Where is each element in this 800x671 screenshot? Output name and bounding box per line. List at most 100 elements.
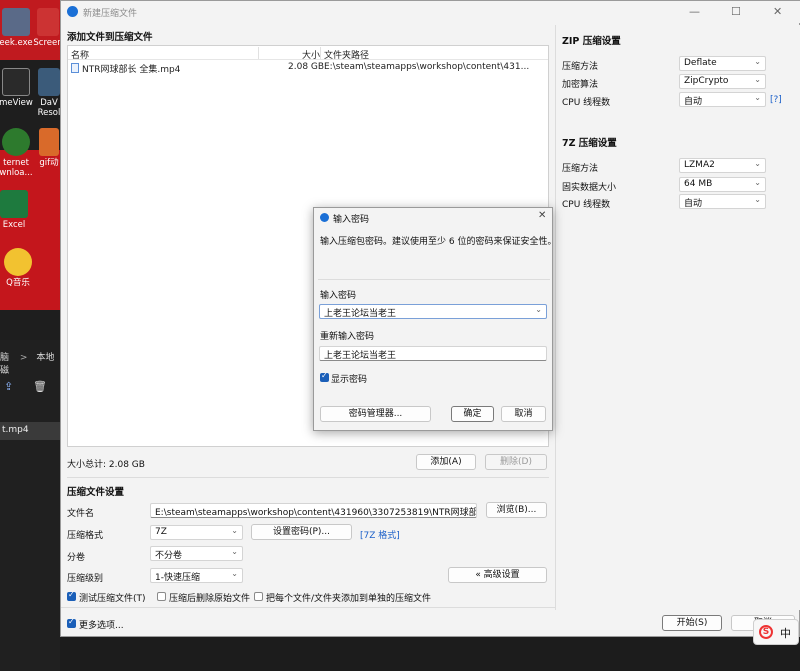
ok-button[interactable]: 确定 [451, 406, 494, 422]
file-explorer-window: 脑 > 本地磁 ⇪ 🗑 t.mp4 [0, 340, 60, 671]
zip-encryption-select[interactable]: ZipCrypto ⌄ [679, 74, 766, 89]
desktop-background: eek.exe Screen meView DaV Resol ternet w… [0, 0, 60, 671]
threads-help-link[interactable]: [?] [770, 95, 782, 105]
separate-archives-label[interactable]: 把每个文件/文件夹添加到单独的压缩文件 [266, 591, 431, 604]
7z-threads-label: CPU 线程数 [562, 200, 611, 210]
desktop-icon-screen[interactable]: Screen [28, 8, 60, 48]
app-icon [67, 6, 78, 17]
filename-label: 文件名 [67, 509, 95, 519]
7z-method-select[interactable]: LZMA2 ⌄ [679, 158, 766, 173]
video-file-icon [71, 63, 79, 73]
zip-settings-title: ZIP 压缩设置 [562, 36, 621, 47]
delete-after-checkbox[interactable] [157, 592, 166, 601]
divider [318, 279, 550, 280]
add-files-section-title: 添加文件到压缩文件 [67, 32, 153, 43]
chevron-down-icon: ⌄ [754, 75, 761, 84]
start-button[interactable]: 开始(S) [662, 615, 722, 631]
column-size[interactable]: 大小 [302, 48, 320, 61]
level-select[interactable]: 1-快速压缩 ⌄ [150, 568, 243, 583]
password-label: 输入密码 [320, 291, 357, 301]
ime-indicator[interactable]: S 中 [753, 619, 799, 645]
file-size: 2.08 GB [288, 62, 325, 72]
desktop-icon-davinci[interactable]: DaV Resol [32, 68, 60, 118]
divider [67, 477, 549, 478]
separate-archives-checkbox[interactable] [254, 592, 263, 601]
level-label: 压缩级别 [67, 574, 104, 584]
chevron-down-icon: ⌄ [754, 159, 761, 168]
password-input[interactable]: 上老王论坛当老王 ⌄ [319, 304, 547, 319]
window-titlebar: 新建压缩文件 — ☐ ✕ [61, 1, 800, 23]
delete-after-label[interactable]: 压缩后删除原始文件 [169, 591, 250, 604]
minimize-icon[interactable]: — [689, 5, 700, 18]
chevron-down-icon: ⌄ [754, 195, 761, 204]
explorer-selected-file[interactable]: t.mp4 [0, 422, 60, 440]
zip-method-label: 压缩方法 [562, 62, 599, 72]
maximize-icon[interactable]: ☐ [731, 5, 741, 18]
file-row[interactable]: NTR网球部长 全集.mp4 2.08 GB E:\steam\steamapp… [68, 61, 548, 75]
7z-solid-label: 固实数据大小 [562, 183, 617, 193]
desktop-icon-qqmusic[interactable]: Q音乐 [0, 248, 48, 288]
7z-method-label: 压缩方法 [562, 164, 599, 174]
dialog-cancel-button[interactable]: 取消 [501, 406, 546, 422]
zip-method-select[interactable]: Deflate ⌄ [679, 56, 766, 71]
chevron-down-icon: ⌄ [754, 178, 761, 187]
file-name: NTR网球部长 全集.mp4 [82, 65, 181, 75]
desktop-icon-excel[interactable]: Excel [0, 190, 44, 230]
explorer-breadcrumb[interactable]: 脑 > 本地磁 [0, 350, 60, 376]
ime-mode: 中 [780, 627, 791, 640]
close-icon[interactable]: ✕ [538, 210, 546, 221]
desktop-icon-gif[interactable]: gif动 [34, 128, 60, 168]
archive-settings-title: 压缩文件设置 [67, 487, 125, 498]
share-icon[interactable]: ⇪ [4, 380, 13, 393]
7z-settings-title: 7Z 压缩设置 [562, 138, 617, 149]
column-path[interactable]: 文件夹路径 [324, 48, 369, 61]
chevron-down-icon[interactable]: ⌄ [535, 305, 542, 314]
dialog-description: 输入压缩包密码。建议使用至少 6 位的密码来保证安全性。 [320, 237, 557, 247]
zip-encryption-label: 加密算法 [562, 80, 599, 90]
sogou-icon: S [759, 625, 773, 639]
file-path: E:\steam\steamapps\workshop\content\431.… [324, 62, 530, 72]
column-name[interactable]: 名称 [71, 48, 89, 61]
chevron-down-icon: ⌄ [231, 569, 238, 578]
browse-button[interactable]: 浏览(B)... [486, 502, 547, 518]
add-button[interactable]: 添加(A) [416, 454, 476, 470]
column-separator [258, 47, 259, 59]
column-separator [320, 47, 321, 59]
password-dialog: 输入密码 ✕ 输入压缩包密码。建议使用至少 6 位的密码来保证安全性。 输入密码… [313, 207, 556, 431]
password-manager-button[interactable]: 密码管理器... [320, 406, 431, 422]
show-password-checkbox[interactable] [320, 371, 329, 382]
app-icon [320, 213, 329, 222]
compression-settings-panel: ZIP 压缩设置 压缩方法 Deflate ⌄ 加密算法 ZipCrypto ⌄ C… [555, 25, 800, 610]
dialog-header: 输入密码 ✕ 输入压缩包密码。建议使用至少 6 位的密码来保证安全性。 [314, 208, 556, 278]
split-select[interactable]: 不分卷 ⌄ [150, 546, 243, 561]
chevron-down-icon: ⌄ [754, 93, 761, 102]
more-options-label[interactable]: 更多选项... [79, 618, 124, 631]
7z-threads-select[interactable]: 自动 ⌄ [679, 194, 766, 209]
chevron-down-icon: ⌄ [754, 57, 761, 66]
window-title: 新建压缩文件 [83, 9, 138, 19]
total-size: 大小总计: 2.08 GB [67, 460, 145, 470]
format-help-link[interactable]: [7Z 格式] [360, 528, 400, 541]
advanced-settings-button[interactable]: « 高级设置 [448, 567, 547, 583]
test-archive-checkbox[interactable] [67, 590, 76, 601]
chevron-down-icon: ⌄ [231, 526, 238, 535]
show-password-label[interactable]: 显示密码 [331, 372, 367, 385]
test-archive-label[interactable]: 测试压缩文件(T) [79, 591, 146, 604]
delete-button[interactable]: 删除(D) [485, 454, 547, 470]
delete-icon[interactable]: 🗑 [33, 380, 47, 393]
filename-field[interactable]: E:\steam\steamapps\workshop\content\4319… [150, 503, 477, 518]
confirm-password-input[interactable]: 上老王论坛当老王 [319, 346, 547, 361]
confirm-password-label: 重新输入密码 [320, 332, 375, 342]
set-password-button[interactable]: 设置密码(P)... [251, 524, 352, 540]
zip-threads-label: CPU 线程数 [562, 98, 611, 108]
format-label: 压缩格式 [67, 531, 104, 541]
split-label: 分卷 [67, 553, 86, 563]
7z-solid-select[interactable]: 64 MB ⌄ [679, 177, 766, 192]
file-list-header: 名称 大小 文件夹路径 [68, 46, 548, 61]
format-select[interactable]: 7Z ⌄ [150, 525, 243, 540]
dialog-title: 输入密码 [333, 215, 370, 225]
zip-threads-select[interactable]: 自动 ⌄ [679, 92, 766, 107]
chevron-down-icon: ⌄ [231, 547, 238, 556]
more-options-checkbox[interactable] [67, 617, 76, 628]
close-icon[interactable]: ✕ [773, 5, 782, 18]
